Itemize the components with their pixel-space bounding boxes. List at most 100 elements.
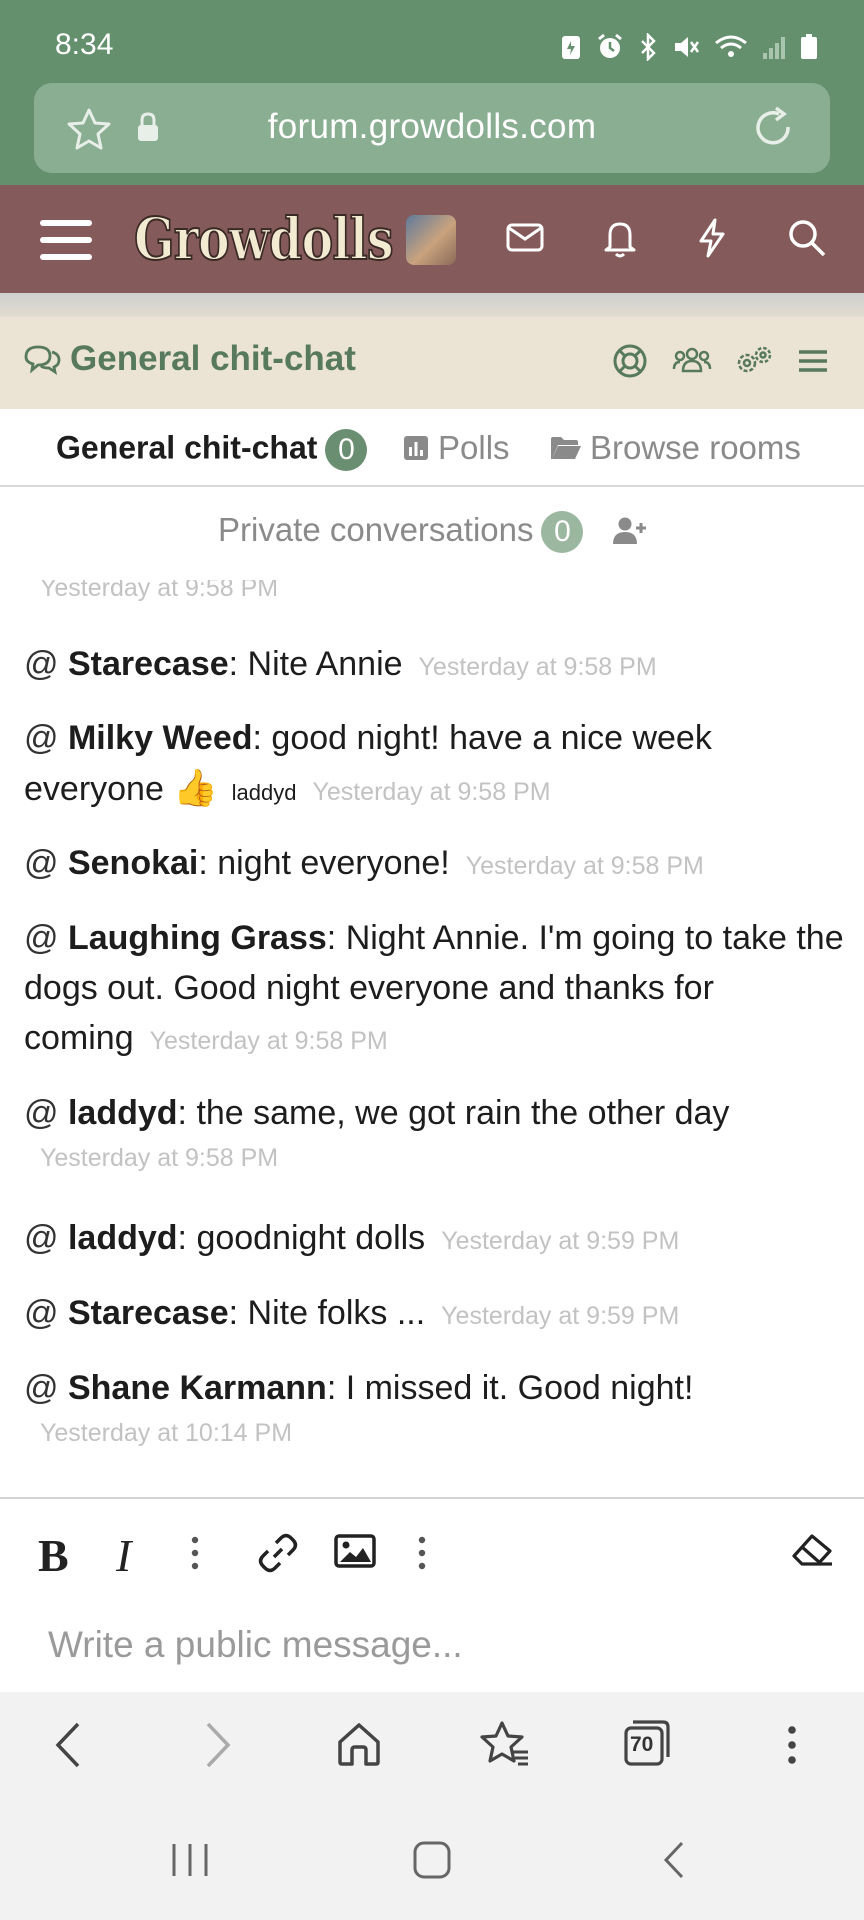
forward-icon[interactable] [202, 1720, 234, 1770]
menu-icon[interactable] [40, 220, 92, 260]
poll-chart-icon [404, 436, 428, 460]
link-icon[interactable] [256, 1531, 300, 1575]
battery-saver-icon [562, 36, 580, 59]
mention-at[interactable]: @ [24, 1369, 59, 1407]
message-text: : I missed it. Good night! [326, 1369, 694, 1407]
bold-button[interactable]: B [38, 1529, 69, 1582]
status-icons [560, 33, 818, 61]
more-vertical-icon[interactable] [415, 1535, 429, 1571]
signal-icon [763, 37, 785, 59]
address-bar[interactable]: forum.growdolls.com [34, 83, 830, 173]
mention-at[interactable]: @ [24, 719, 59, 757]
url-text[interactable]: forum.growdolls.com [34, 107, 830, 147]
bluetooth-icon [641, 33, 656, 61]
tab-general-chit-chat[interactable]: General chit-chat 0 [56, 429, 368, 471]
tab-label: Private conversations [218, 511, 534, 548]
message-timestamp: Yesterday at 9:58 PM [40, 1144, 279, 1172]
lifebuoy-icon[interactable] [612, 343, 648, 379]
message-username[interactable]: Senokai [68, 844, 198, 882]
forum-header: Growdolls [0, 185, 864, 293]
chat-message: @ Senokai: night everyone! Yesterday at 9… [24, 838, 844, 891]
avatar[interactable] [406, 215, 456, 265]
home-button-icon[interactable] [412, 1840, 452, 1880]
site-logo[interactable]: Growdolls [133, 204, 394, 274]
mention-at[interactable]: @ [24, 1094, 59, 1132]
header-divider [0, 293, 864, 317]
tabs-counter-button[interactable]: 70 [622, 1718, 672, 1768]
reload-icon[interactable] [752, 105, 796, 151]
alarm-icon [598, 33, 622, 58]
tab-label: Polls [438, 429, 510, 466]
message-username[interactable]: Starecase [68, 645, 229, 683]
message-composer: B I Write a public message... [0, 1497, 864, 1692]
recent-apps-icon[interactable] [170, 1840, 210, 1880]
message-list: Yesterday at 9:58 PM @ Starecase: Nite A… [0, 580, 864, 1497]
message-input[interactable]: Write a public message... [48, 1624, 463, 1666]
bookmarks-icon[interactable] [480, 1720, 530, 1768]
search-icon[interactable] [786, 217, 828, 259]
mention-at[interactable]: @ [24, 1219, 59, 1257]
message-username[interactable]: Milky Weed [68, 719, 253, 757]
chat-message: @ laddyd: goodnight dolls Yesterday at 9:… [24, 1213, 844, 1266]
mention-tag[interactable]: laddyd [232, 780, 297, 805]
message-timestamp: Yesterday at 9:58 PM [312, 778, 551, 806]
browser-chrome: 8:34 forum.growdolls.com [0, 0, 864, 185]
tabs-row: Private conversations 0 [0, 489, 864, 587]
tab-count: 70 [630, 1733, 654, 1756]
message-username[interactable]: Laughing Grass [68, 919, 327, 957]
message-timestamp: Yesterday at 9:59 PM [441, 1227, 680, 1255]
chat-message: @ Shane Karmann: I missed it. Good night… [24, 1363, 844, 1453]
back-icon[interactable] [52, 1720, 84, 1770]
add-user-icon[interactable] [612, 515, 648, 547]
system-back-icon[interactable] [660, 1840, 688, 1880]
message-username[interactable]: laddyd [68, 1094, 178, 1132]
screen: 8:34 forum.growdolls.com Growdolls Gener… [0, 0, 864, 1920]
battery-icon [801, 34, 817, 59]
image-icon[interactable] [334, 1533, 376, 1569]
message-timestamp: Yesterday at 9:59 PM [441, 1302, 680, 1330]
tab-label: General chit-chat [56, 429, 318, 466]
tab-private-conversations[interactable]: Private conversations 0 [218, 511, 584, 554]
inbox-icon[interactable] [505, 217, 545, 257]
message-username[interactable]: Starecase [68, 1294, 229, 1332]
wifi-icon [715, 35, 747, 57]
message-username[interactable]: laddyd [68, 1219, 178, 1257]
lightning-icon[interactable] [694, 217, 730, 259]
settings-icon[interactable] [734, 343, 774, 379]
message-timestamp: Yesterday at 9:58 PM [418, 653, 657, 681]
browser-toolbar: 70 [0, 1692, 864, 1802]
chat-message: @ Laughing Grass: Night Annie. I'm going… [24, 913, 844, 1066]
tab-polls[interactable]: Polls [402, 429, 510, 467]
chat-bubbles-icon [24, 345, 61, 376]
bell-icon[interactable] [600, 217, 640, 259]
message-text: : goodnight dolls [177, 1219, 426, 1257]
message-timestamp: Yesterday at 9:58 PM [465, 852, 704, 880]
message-timestamp: Yesterday at 9:58 PM [40, 580, 279, 602]
users-icon[interactable] [672, 343, 712, 379]
tabs-row: General chit-chat 0 Polls Browse rooms [0, 409, 864, 487]
mute-icon [675, 37, 700, 57]
list-menu-icon[interactable] [796, 343, 830, 379]
message-text: : the same, we got rain the other day [177, 1094, 730, 1132]
chat-message: @ Milky Weed: good night! have a nice we… [24, 713, 844, 818]
message-text: : Nite Annie [228, 645, 403, 683]
more-vertical-icon[interactable] [784, 1720, 800, 1770]
tab-browse-rooms[interactable]: Browse rooms [550, 429, 801, 467]
message-timestamp: Yesterday at 9:58 PM [149, 1027, 388, 1055]
mention-at[interactable]: @ [24, 844, 59, 882]
system-nav-bar [0, 1802, 864, 1920]
message-username[interactable]: Shane Karmann [68, 1369, 327, 1407]
tab-label: Browse rooms [590, 429, 801, 466]
chat-title-bar: General chit-chat [0, 317, 864, 409]
eraser-icon[interactable] [790, 1533, 834, 1569]
more-vertical-icon[interactable] [188, 1535, 202, 1571]
mention-at[interactable]: @ [24, 919, 59, 957]
private-count-badge: 0 [541, 511, 584, 554]
mention-at[interactable]: @ [24, 1294, 59, 1332]
home-icon[interactable] [336, 1720, 382, 1768]
unread-count-badge: 0 [325, 429, 368, 471]
mention-at[interactable]: @ [24, 645, 59, 683]
thumbs-up-emoji: 👍 [173, 767, 219, 808]
status-time: 8:34 [55, 28, 114, 61]
italic-button[interactable]: I [116, 1529, 131, 1582]
